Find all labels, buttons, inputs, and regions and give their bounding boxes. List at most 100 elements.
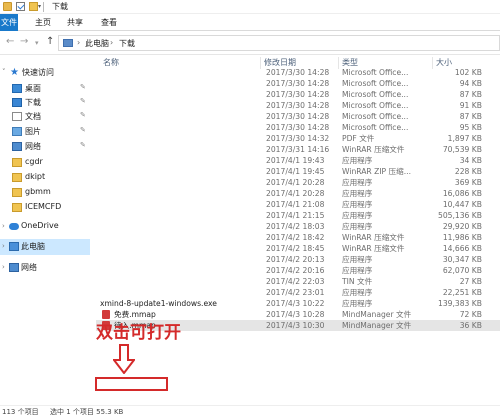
sidebar-item-label: cgdr [25,157,43,166]
tab-home[interactable]: 主页 [34,14,52,31]
sidebar-item-icemcfd[interactable]: ICEMCFD [0,200,90,216]
file-row[interactable]: 2017/4/1 21:08 应用程序 10,447 KB [96,199,500,210]
file-name [100,89,260,100]
file-size: 505,136 KB [437,211,482,220]
chevron-down-icon[interactable]: ▾ [35,38,39,48]
file-row[interactable]: 2017/3/30 14:28 Microsoft Office... 91 KB [96,100,500,111]
file-row[interactable]: 2017/3/30 14:28 Microsoft Office... 87 KB [96,89,500,100]
file-date: 2017/4/1 20:28 [266,189,325,198]
file-size: 70,539 KB [442,145,482,154]
folder-icon[interactable] [3,2,12,11]
network-icon [9,263,19,272]
tab-share[interactable]: 共享 [66,14,84,31]
tab-view[interactable]: 查看 [100,14,118,31]
file-name [100,144,260,155]
breadcrumb-downloads[interactable]: 下载 [119,38,135,49]
file-row[interactable]: 2017/4/1 19:43 应用程序 34 KB [96,155,500,166]
file-type: 应用程序 [342,266,373,275]
file-date: 2017/4/2 18:03 [266,222,325,231]
file-name [100,199,260,210]
file-row[interactable]: 2017/4/2 18:42 WinRAR 压缩文件 11,986 KB [96,232,500,243]
pc-icon [63,39,73,47]
sidebar-item-cgdr[interactable]: cgdr [0,155,90,171]
properties-icon[interactable] [16,2,25,11]
file-type: Microsoft Office... [342,79,409,88]
forward-arrow-icon[interactable]: → [20,37,28,47]
file-date: 2017/4/3 10:22 [266,299,325,308]
file-date: 2017/4/1 21:08 [266,200,325,209]
breadcrumb-this-pc[interactable]: 此电脑 [85,38,109,49]
sidebar-item-onedrive[interactable]: › OneDrive [0,219,90,235]
file-name [100,111,260,122]
sidebar-item-dkipt[interactable]: dkipt [0,170,90,186]
file-date: 2017/4/2 23:01 [266,288,325,297]
sidebar-item-network-pinned[interactable]: 网络 ✎ [0,139,90,155]
new-folder-icon[interactable] [29,2,38,11]
sidebar-item-pictures[interactable]: 图片 ✎ [0,124,90,140]
file-row[interactable]: 2017/3/30 14:28 Microsoft Office... 102 KB [96,67,500,78]
sidebar-item-network[interactable]: › 网络 [0,260,90,276]
selection-info: 选中 1 个项目 55.3 KB [50,408,124,416]
file-type: 应用程序 [342,299,373,308]
address-bar[interactable]: › 此电脑 › 下载 [58,35,500,51]
file-size: 91 KB [459,101,482,110]
pc-icon [9,242,19,251]
file-row[interactable]: 2017/4/2 18:45 WinRAR 压缩文件 14,666 KB [96,243,500,254]
sidebar-item-gbmm[interactable]: gbmm [0,185,90,201]
file-date: 2017/3/30 14:28 [266,90,330,99]
folder-icon [12,188,22,197]
folder-icon [12,158,22,167]
file-name [100,155,260,166]
sidebar-item-documents[interactable]: 文档 ✎ [0,109,90,125]
file-name [100,133,260,144]
file-row[interactable]: 2017/3/30 14:28 Microsoft Office... 87 KB [96,111,500,122]
chevron-right-icon[interactable]: › [2,263,5,271]
file-row[interactable]: 2017/4/2 18:03 应用程序 29,920 KB [96,221,500,232]
sidebar-item-this-pc[interactable]: › 此电脑 [0,239,90,255]
file-row[interactable]: 2017/4/1 20:28 应用程序 16,086 KB [96,188,500,199]
file-date: 2017/4/2 18:45 [266,244,325,253]
file-row[interactable]: 2017/4/1 20:28 应用程序 369 KB [96,177,500,188]
file-size: 87 KB [459,112,482,121]
back-arrow-icon[interactable]: ← [6,37,14,47]
sidebar-item-label: 下载 [25,98,41,107]
file-name [100,188,260,199]
pin-icon: ✎ [80,126,86,134]
up-arrow-icon[interactable]: ↑ [46,37,54,47]
chevron-right-icon[interactable]: › [2,222,5,230]
file-row[interactable]: 2017/3/30 14:28 Microsoft Office... 95 KB [96,122,500,133]
file-type: Microsoft Office... [342,90,409,99]
chevron-right-icon[interactable]: › [77,38,80,47]
sidebar-item-label: 图片 [25,127,41,136]
file-size: 34 KB [459,156,482,165]
file-row[interactable]: 2017/4/2 20:16 应用程序 62,070 KB [96,265,500,276]
tab-file[interactable]: 文件 [0,14,18,31]
file-row[interactable]: 2017/4/1 21:15 应用程序 505,136 KB [96,210,500,221]
file-size: 36 KB [459,321,482,330]
download-icon [12,98,22,107]
file-date: 2017/4/2 18:42 [266,233,325,242]
file-row[interactable]: 2017/3/30 14:32 PDF 文件 1,897 KB [96,133,500,144]
file-type: Microsoft Office... [342,112,409,121]
file-size: 102 KB [454,68,482,77]
pin-icon: ✎ [80,111,86,119]
file-size: 22,251 KB [442,288,482,297]
file-type: WinRAR 压缩文件 [342,244,405,253]
chevron-right-icon[interactable]: › [110,38,113,47]
file-row[interactable]: 2017/4/1 19:45 WinRAR ZIP 压缩... 228 KB [96,166,500,177]
file-row[interactable]: 2017/4/2 23:01 应用程序 22,251 KB [96,287,500,298]
file-row[interactable]: 2017/4/2 22:03 TIN 文件 27 KB [96,276,500,287]
file-row[interactable]: 2017/4/2 20:13 应用程序 30,347 KB [96,254,500,265]
file-name [100,100,260,111]
pin-icon: ✎ [80,83,86,91]
file-row[interactable]: 2017/3/30 14:28 Microsoft Office... 94 KB [96,78,500,89]
file-size: 11,986 KB [442,233,482,242]
file-row[interactable]: xmind-8-update1-windows.exe 2017/4/3 10:2… [96,298,500,309]
chevron-down-icon[interactable]: ˅ [2,68,6,76]
sidebar-item-quick-access[interactable]: ˅ ★ 快速访问 [0,65,90,81]
chevron-right-icon[interactable]: › [2,242,5,250]
chevron-down-icon[interactable]: ▾ [38,3,41,10]
desktop-icon [12,84,22,93]
file-size: 16,086 KB [442,189,482,198]
file-row[interactable]: 2017/3/31 14:16 WinRAR 压缩文件 70,539 KB [96,144,500,155]
